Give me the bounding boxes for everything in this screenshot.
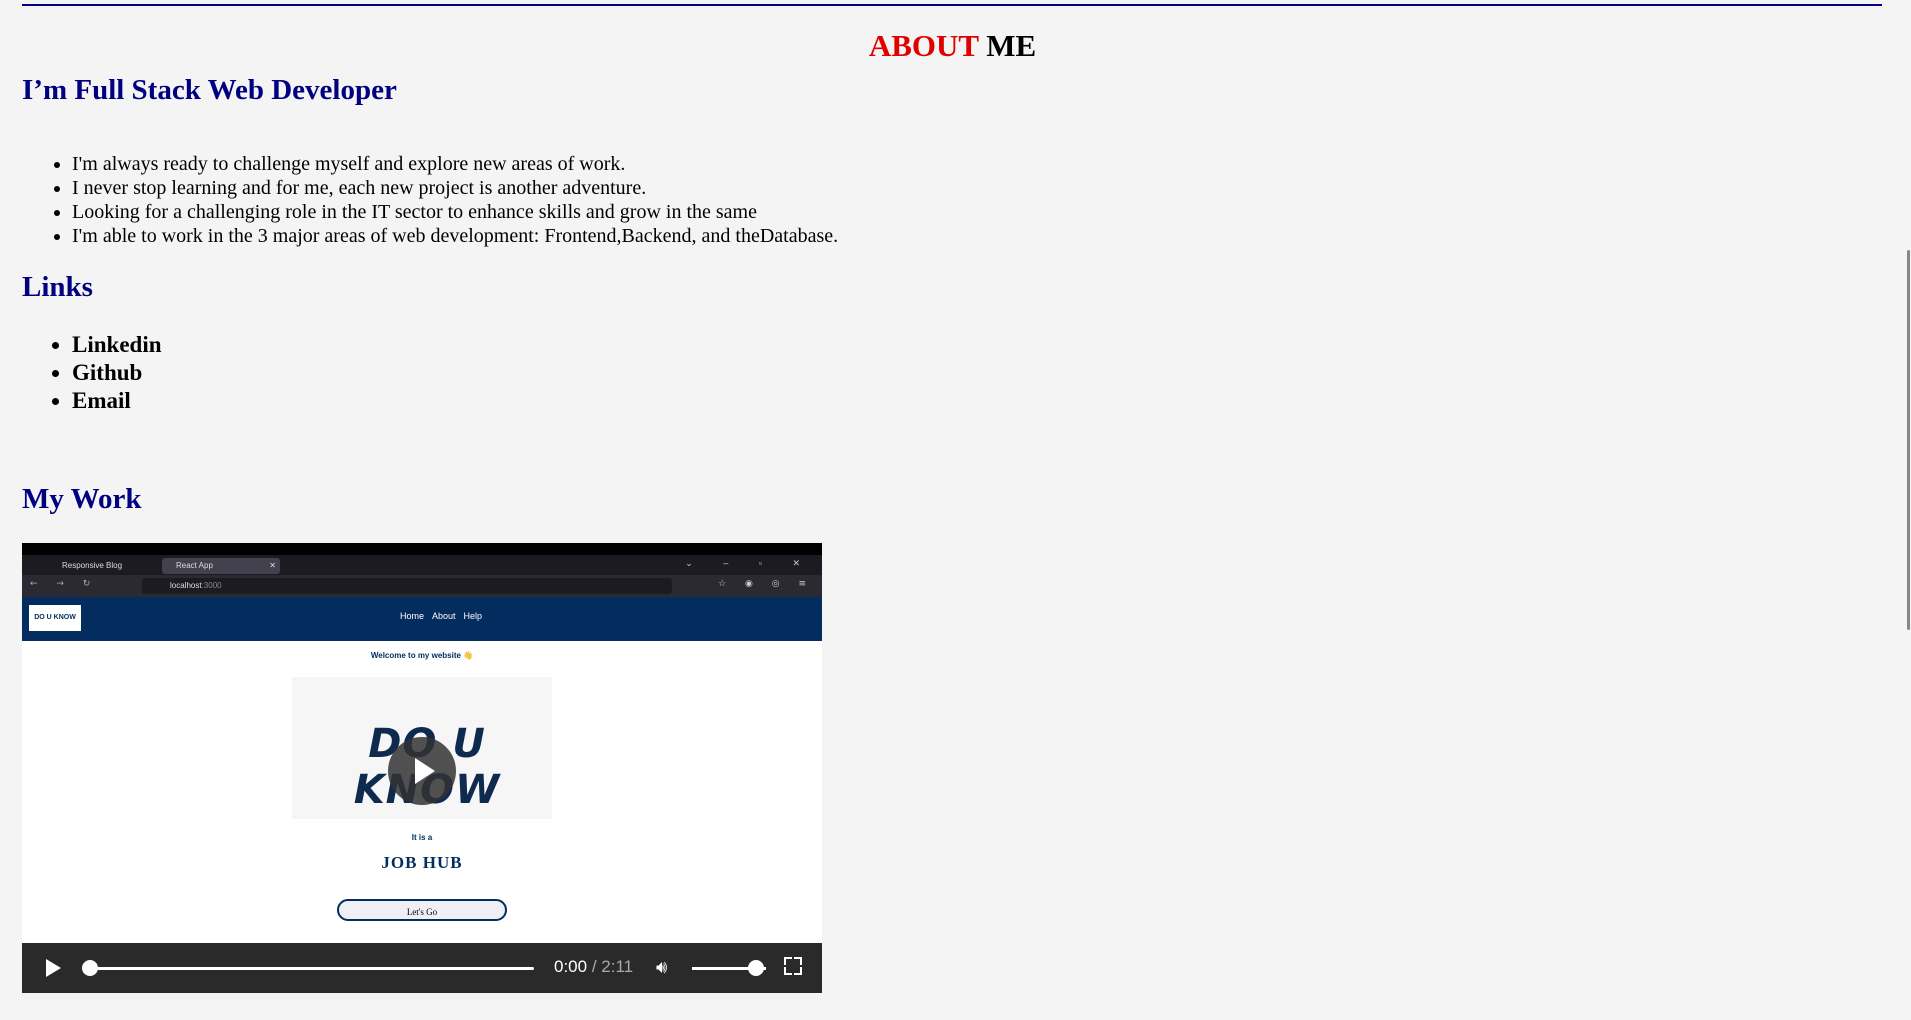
video-welcome-text: Welcome to my website 👋 <box>370 651 474 660</box>
video-site-body: Welcome to my website 👋 DO U KNOW It is … <box>22 641 822 943</box>
video-controls-bar: 0:00 / 2:11 🔊︎ <box>22 943 822 993</box>
video-browser-tabbar: Responsive Blog✕ React App✕ ⌄ – ▫ ✕ <box>22 555 822 575</box>
volume-knob[interactable] <box>748 960 764 976</box>
intro-bullet: Looking for a challenging role in the IT… <box>72 200 838 224</box>
title-me: ME <box>986 28 1037 63</box>
page-scrollbar[interactable] <box>1903 0 1911 1020</box>
video-progress-knob[interactable] <box>82 960 98 976</box>
links-list: Linkedin Github Email <box>22 331 162 415</box>
video-progress-bar[interactable] <box>84 967 534 970</box>
volume-icon[interactable]: 🔊︎ <box>656 957 667 978</box>
video-hero-image: DO U KNOW <box>292 677 552 819</box>
top-divider <box>22 4 1882 6</box>
video-big-play-icon[interactable] <box>388 737 456 805</box>
video-time: 0:00 / 2:11 <box>554 957 634 976</box>
link-email[interactable]: Email <box>72 387 162 415</box>
video-job-hub-text: JOB HUB <box>381 853 463 872</box>
intro-bullet-list: I'm always ready to challenge myself and… <box>22 152 838 248</box>
page-title: ABOUT ME <box>0 28 1905 64</box>
link-github[interactable]: Github <box>72 359 162 387</box>
page-scrollbar-thumb[interactable] <box>1907 250 1910 630</box>
links-heading: Links <box>22 271 93 303</box>
video-nav-arrows-icon: ← → ↻ <box>30 579 99 589</box>
video-lets-go-button: Let's Go <box>337 899 507 921</box>
video-url-field: localhost:3000 <box>142 578 672 594</box>
intro-heading: I’m Full Stack Web Developer <box>22 74 397 106</box>
work-video[interactable]: Responsive Blog✕ React App✕ ⌄ – ▫ ✕ ← → … <box>22 543 822 993</box>
intro-bullet: I'm always ready to challenge myself and… <box>72 152 838 176</box>
video-toolbar-icons: ☆ ◉ ◎ ≡ <box>718 579 814 589</box>
work-heading: My Work <box>22 483 142 515</box>
video-window-controls: ⌄ – ▫ ✕ <box>685 558 814 568</box>
intro-bullet: I'm able to work in the 3 major areas of… <box>72 224 838 248</box>
link-linkedin[interactable]: Linkedin <box>72 331 162 359</box>
video-it-is-text: It is a <box>411 833 433 842</box>
video-site-links: Home About Help <box>400 611 483 621</box>
title-about: ABOUT <box>868 28 979 63</box>
video-site-navbar: DO U KNOW Home About Help <box>22 597 822 641</box>
fullscreen-icon[interactable] <box>784 957 802 975</box>
play-icon[interactable] <box>46 959 61 977</box>
intro-bullet: I never stop learning and for me, each n… <box>72 176 838 200</box>
video-address-bar: ← → ↻ localhost:3000 ☆ ◉ ◎ ≡ <box>22 575 822 597</box>
video-tab-responsive-blog: Responsive Blog✕ <box>62 561 168 570</box>
video-site-logo: DO U KNOW <box>29 605 81 631</box>
video-tab-react-app: React App ✕ <box>162 558 280 574</box>
